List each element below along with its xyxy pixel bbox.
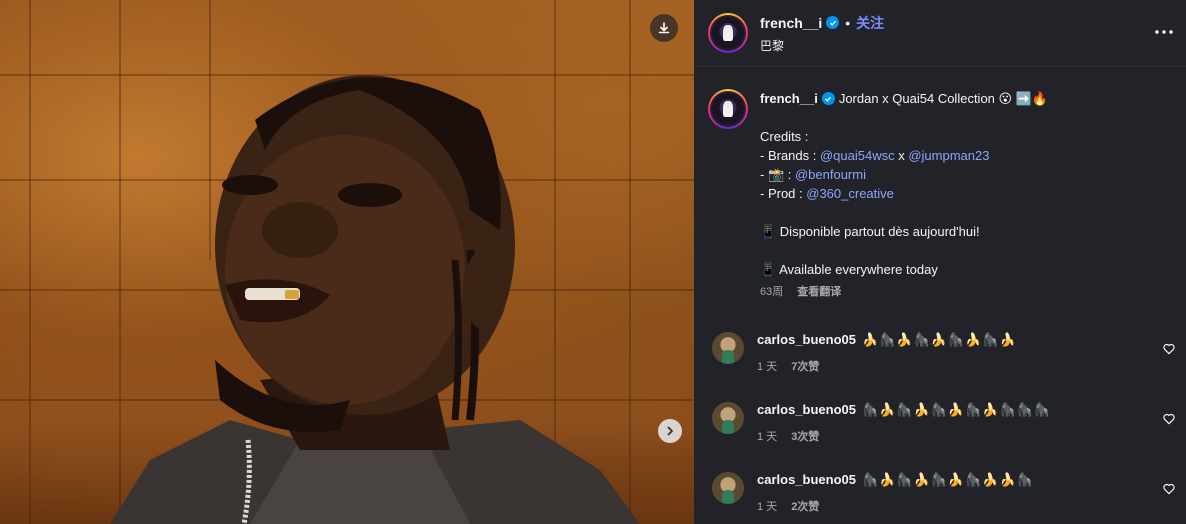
caption-age[interactable]: 63周 (760, 283, 783, 302)
post-location[interactable]: 巴黎 (760, 37, 884, 54)
heart-icon[interactable] (1162, 412, 1176, 426)
available-fr-text: 📱 Disponible partout dès aujourd'hui! (760, 224, 980, 239)
more-horizontal-icon (1155, 30, 1173, 34)
brands-prefix: - Brands : (760, 148, 820, 163)
heart-icon[interactable] (1162, 482, 1176, 496)
follow-button[interactable]: 关注 (856, 13, 884, 33)
commenter-avatar[interactable] (712, 472, 744, 504)
portrait-photo (110, 75, 640, 524)
post-caption: french__i Jordan x Quai54 Collection 😮 ➡… (694, 67, 1186, 302)
comment-text: 🦍🍌🦍🍌🦍🍌🦍🍌🦍🦍🦍 (862, 402, 1052, 417)
comment-age[interactable]: 1 天 (757, 428, 777, 444)
verified-badge-icon (826, 16, 840, 29)
author-username[interactable]: french__i (760, 15, 822, 31)
author-avatar[interactable] (708, 13, 748, 53)
heart-icon[interactable] (1162, 342, 1176, 356)
post-header: french__i • 关注 巴黎 (694, 0, 1186, 66)
comment-likes[interactable]: 2次赞 (791, 498, 819, 514)
download-button[interactable] (650, 14, 678, 42)
comment-age[interactable]: 1 天 (757, 358, 777, 374)
caption-title: Jordan x Quai54 Collection 😮 ➡️🔥 (838, 91, 1049, 106)
chevron-right-icon (667, 426, 673, 436)
prod-prefix: - Prod : (760, 186, 807, 201)
post-media[interactable] (0, 0, 694, 524)
download-icon (658, 22, 670, 34)
more-options-button[interactable] (1152, 22, 1176, 42)
see-translation-button[interactable]: 查看翻译 (797, 283, 841, 302)
available-en-text: 📱 Available everywhere today (760, 262, 938, 277)
comment-item: carlos_bueno05 🦍🍌🦍🍌🦍🍌🦍🍌🦍🦍🦍 1 天 3次赞 (694, 402, 1186, 444)
comment-text: 🍌🦍🍌🦍🍌🦍🍌🦍🍌 (862, 332, 1017, 347)
next-slide-button[interactable] (658, 419, 682, 443)
post-side-panel: french__i • 关注 巴黎 french__i Jordan x Qua… (694, 0, 1186, 524)
comment-likes[interactable]: 3次赞 (791, 428, 819, 444)
brands-separator: x (894, 148, 909, 163)
comment-age[interactable]: 1 天 (757, 498, 777, 514)
mention-360-creative[interactable]: @360_creative (806, 186, 894, 201)
mention-benfourmi[interactable]: @benfourmi (795, 167, 866, 182)
photo-prefix: - 📸 : (760, 167, 795, 182)
comment-username[interactable]: carlos_bueno05 (757, 402, 856, 417)
post-dialog: french__i • 关注 巴黎 french__i Jordan x Qua… (0, 0, 1186, 524)
comment-item: carlos_bueno05 🦍🍌🦍🍌🦍🍌🦍🍌🍌🦍 1 天 2次赞 (694, 472, 1186, 514)
comment-username[interactable]: carlos_bueno05 (757, 332, 856, 347)
commenter-avatar[interactable] (712, 402, 744, 434)
comment-text: 🦍🍌🦍🍌🦍🍌🦍🍌🍌🦍 (862, 472, 1034, 487)
verified-badge-icon (821, 92, 835, 105)
comment-item: carlos_bueno05 🍌🦍🍌🦍🍌🦍🍌🦍🍌 1 天 7次赞 (694, 332, 1186, 374)
mention-quai54wsc[interactable]: @quai54wsc (820, 148, 895, 163)
comment-username[interactable]: carlos_bueno05 (757, 472, 856, 487)
credits-label: Credits : (760, 129, 809, 144)
separator-dot: • (845, 14, 851, 31)
caption-username[interactable]: french__i (760, 89, 818, 108)
mention-jumpman23[interactable]: @jumpman23 (908, 148, 989, 163)
commenter-avatar[interactable] (712, 332, 744, 364)
comment-likes[interactable]: 7次赞 (791, 358, 819, 374)
caption-author-avatar[interactable] (708, 89, 748, 129)
